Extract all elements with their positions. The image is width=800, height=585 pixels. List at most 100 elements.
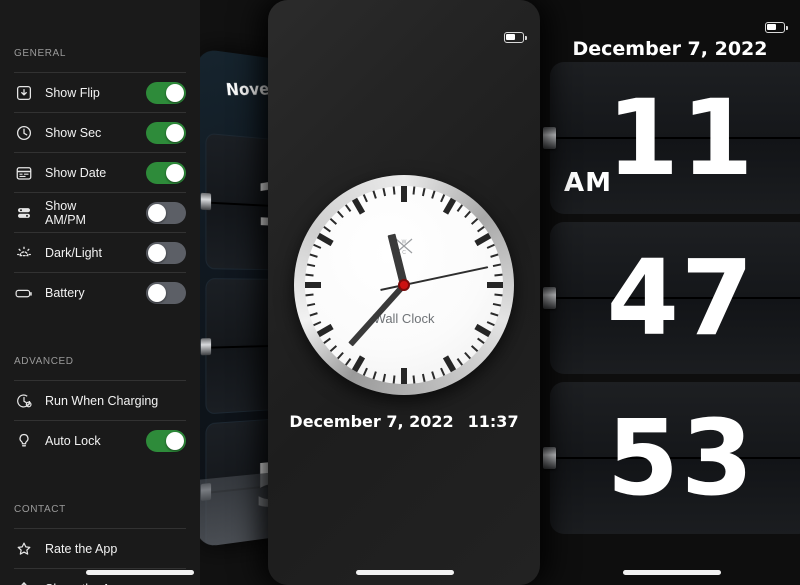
clock-tick-minor bbox=[329, 218, 338, 225]
toggle-show-date[interactable] bbox=[146, 161, 186, 184]
clock-tick-minor bbox=[372, 190, 377, 199]
clock-icon bbox=[14, 123, 34, 143]
flip-card-hours[interactable]: 11 AM bbox=[543, 62, 800, 214]
setting-row-show-ampm[interactable]: Show AM/PM bbox=[0, 193, 200, 232]
setting-row-battery[interactable]: Battery bbox=[0, 273, 200, 312]
home-indicator-right[interactable] bbox=[623, 570, 721, 575]
flip-pin-left bbox=[200, 337, 212, 355]
setting-row-run-when-charging[interactable]: Run When Charging bbox=[0, 381, 200, 420]
svg-text:W: W bbox=[402, 240, 407, 246]
setting-row-dark-light[interactable]: Dark/Light bbox=[0, 233, 200, 272]
section-header-advanced: ADVANCED bbox=[14, 356, 74, 367]
clock-tick-minor bbox=[490, 253, 499, 258]
battery-cap bbox=[525, 35, 527, 40]
setting-row-auto-lock[interactable]: Auto Lock bbox=[0, 421, 200, 460]
clock-face: W C Wall Clock bbox=[305, 186, 503, 384]
flip-clock-screen[interactable]: December 7, 2022 11 AM 47 53 bbox=[540, 0, 800, 585]
clock-tick-minor bbox=[440, 367, 446, 376]
flip-card-seconds[interactable]: 53 bbox=[543, 382, 800, 534]
share-icon bbox=[14, 579, 34, 585]
clock-tick-minor bbox=[337, 210, 344, 219]
clock-tick-minor bbox=[492, 302, 502, 307]
toggle-show-sec[interactable] bbox=[146, 121, 186, 144]
toggle-show-ampm[interactable] bbox=[146, 201, 186, 224]
clock-tick-major bbox=[401, 186, 407, 202]
second-hand bbox=[403, 266, 489, 286]
flip-pin-left bbox=[200, 192, 212, 210]
clock-tick-minor bbox=[305, 293, 314, 297]
clock-brand-text: Wall Clock bbox=[373, 310, 435, 326]
clock-tick-major bbox=[351, 355, 366, 373]
battery-cap bbox=[786, 25, 788, 30]
clock-tick-minor bbox=[431, 190, 436, 199]
setting-label: Auto Lock bbox=[45, 433, 101, 448]
toggle-battery[interactable] bbox=[146, 281, 186, 304]
section-header-contact: CONTACT bbox=[14, 504, 66, 515]
battery-half-icon bbox=[765, 22, 788, 33]
clock-tick-minor bbox=[486, 243, 495, 249]
battery-level-fill bbox=[766, 23, 776, 30]
battery-icon bbox=[14, 283, 34, 303]
clock-tick-minor bbox=[372, 371, 377, 380]
setting-row-show-sec[interactable]: Show Sec bbox=[0, 113, 200, 152]
clock-tick-minor bbox=[477, 337, 485, 344]
clock-tick-major bbox=[351, 197, 366, 215]
flip-card-minutes[interactable]: 47 bbox=[543, 222, 800, 374]
clock-tick-minor bbox=[421, 373, 426, 383]
toggle-dark-light[interactable] bbox=[146, 241, 186, 264]
toggle-knob bbox=[148, 243, 166, 262]
setting-label: Show AM/PM bbox=[45, 198, 86, 227]
top-spacer bbox=[0, 0, 200, 48]
clock-tick-minor bbox=[337, 351, 344, 360]
analog-clock-screen[interactable]: W C Wall Clock December 7, 2022 11:37 bbox=[268, 0, 540, 585]
clock-tick-minor bbox=[470, 345, 479, 352]
flip-digits-seconds: 53 bbox=[606, 397, 756, 519]
clock-tick-major bbox=[316, 232, 334, 247]
setting-label: Show Flip bbox=[45, 85, 100, 100]
clock-tick-minor bbox=[362, 367, 368, 376]
flip-digits-minutes: 47 bbox=[606, 237, 756, 359]
clock-tick-minor bbox=[477, 226, 485, 233]
toggle-auto-lock[interactable] bbox=[146, 429, 186, 452]
clock-tick-minor bbox=[392, 186, 396, 195]
clock-tick-minor bbox=[456, 358, 463, 366]
setting-row-show-flip[interactable]: Show Flip bbox=[0, 73, 200, 112]
clock-tick-minor bbox=[345, 204, 352, 212]
home-indicator-left[interactable] bbox=[86, 570, 194, 575]
home-indicator-center[interactable] bbox=[356, 570, 454, 575]
setting-label: Dark/Light bbox=[45, 245, 102, 260]
toggle-show-flip[interactable] bbox=[146, 81, 186, 104]
toggle-knob bbox=[166, 163, 184, 182]
setting-row-rate-the-app[interactable]: Rate the App bbox=[0, 529, 200, 568]
clock-tick-major bbox=[442, 355, 457, 373]
clock-tick-minor bbox=[362, 194, 368, 203]
analog-clock: W C Wall Clock bbox=[294, 175, 514, 395]
flip-download-icon bbox=[14, 83, 34, 103]
clock-tick-minor bbox=[494, 273, 503, 277]
brightness-icon bbox=[14, 243, 34, 263]
setting-row-show-date[interactable]: Show Date bbox=[0, 153, 200, 192]
svg-text:C: C bbox=[402, 250, 406, 256]
ampm-stack-icon bbox=[14, 203, 34, 223]
battery-level-fill bbox=[505, 33, 515, 40]
ampm-label: AM bbox=[564, 168, 612, 198]
clock-tick-minor bbox=[421, 187, 426, 197]
clock-center-hub bbox=[398, 279, 410, 291]
toggle-knob bbox=[148, 283, 166, 302]
clock-tick-minor bbox=[456, 204, 463, 212]
clock-tick-major bbox=[442, 197, 457, 215]
toggle-knob bbox=[166, 83, 184, 102]
clock-tick-minor bbox=[470, 218, 479, 225]
clock-tick-major bbox=[474, 232, 492, 247]
setting-label: Share the App bbox=[45, 582, 186, 585]
calendar-icon bbox=[14, 163, 34, 183]
setting-label: Show Sec bbox=[45, 125, 102, 140]
settings-panel: GENERAL Show Flip Show Sec Show Date Sho… bbox=[0, 0, 200, 585]
center-datetime: December 7, 2022 11:37 bbox=[268, 412, 540, 431]
clock-tick-major bbox=[487, 282, 503, 288]
